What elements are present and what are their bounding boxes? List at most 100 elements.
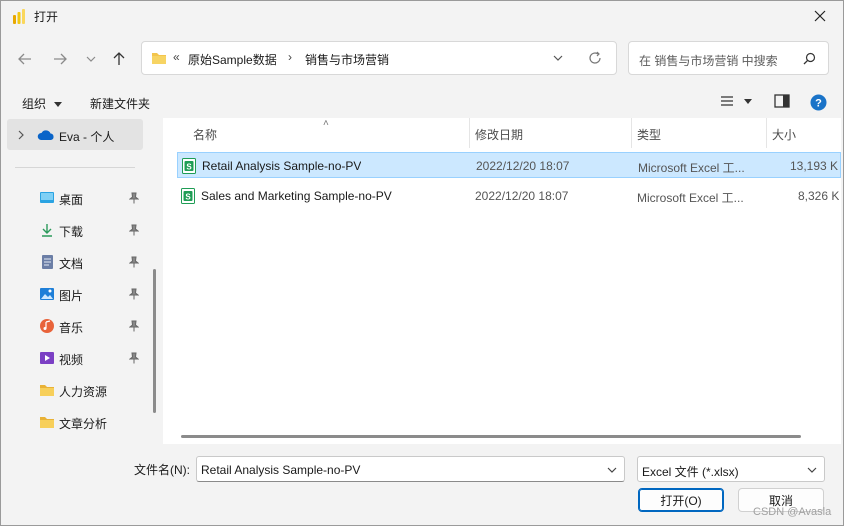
chevron-right-icon bbox=[18, 130, 24, 140]
up-button[interactable] bbox=[108, 48, 130, 70]
preview-pane-icon bbox=[774, 94, 790, 108]
filename-value: Retail Analysis Sample-no-PV bbox=[201, 463, 361, 477]
sidebar-item-documents[interactable]: 文档 bbox=[5, 248, 155, 276]
view-options-button[interactable] bbox=[719, 94, 755, 111]
pin-icon[interactable] bbox=[129, 288, 139, 300]
forward-button[interactable] bbox=[49, 48, 71, 70]
column-divider[interactable] bbox=[469, 118, 470, 148]
chevron-down-icon bbox=[807, 467, 817, 473]
preview-pane-button[interactable] bbox=[774, 94, 790, 111]
address-overflow[interactable]: « bbox=[173, 50, 180, 64]
breadcrumb-separator: › bbox=[288, 50, 292, 64]
sidebar-item-label: 人力资源 bbox=[59, 385, 108, 399]
list-view-icon bbox=[721, 96, 752, 106]
sidebar-item-label: 文档 bbox=[59, 257, 84, 271]
column-divider[interactable] bbox=[631, 118, 632, 148]
column-header-name[interactable]: 名称 bbox=[193, 126, 217, 143]
svg-text:S: S bbox=[185, 193, 191, 202]
file-date: 2022/12/20 18:07 bbox=[475, 189, 569, 203]
sidebar-item-label: 图片 bbox=[59, 289, 84, 303]
recent-locations-button[interactable] bbox=[80, 48, 102, 70]
sidebar-item-label: 下载 bbox=[59, 225, 84, 239]
file-name: Sales and Marketing Sample-no-PV bbox=[201, 189, 392, 203]
sidebar-item-label: 视频 bbox=[59, 353, 84, 367]
sidebar-item-videos[interactable]: 视频 bbox=[5, 344, 155, 372]
chevron-down-icon[interactable] bbox=[552, 52, 564, 64]
column-header-date[interactable]: 修改日期 bbox=[475, 126, 523, 143]
excel-file-icon: S bbox=[181, 188, 195, 204]
folder-icon bbox=[152, 53, 166, 64]
breadcrumb-item[interactable]: 销售与市场营销 bbox=[305, 51, 389, 68]
help-icon: ? bbox=[810, 94, 827, 111]
watermark: CSDN @Avasla bbox=[753, 506, 832, 518]
document-icon bbox=[42, 255, 53, 269]
title-bar: 打开 bbox=[1, 1, 843, 31]
sidebar-item-onedrive[interactable]: Eva - 个人 bbox=[7, 119, 143, 150]
column-divider[interactable] bbox=[766, 118, 767, 148]
sidebar-item-hr[interactable]: 人力资源 bbox=[5, 376, 155, 404]
pictures-icon bbox=[40, 288, 54, 300]
file-size: 8,326 K bbox=[798, 189, 840, 203]
sidebar-item-pictures[interactable]: 图片 bbox=[5, 280, 155, 308]
back-button[interactable] bbox=[14, 48, 36, 70]
sidebar-item-label: 桌面 bbox=[59, 193, 84, 207]
desktop-icon bbox=[40, 192, 54, 203]
pin-icon[interactable] bbox=[129, 224, 139, 236]
excel-file-icon: S bbox=[182, 158, 196, 174]
chevron-down-icon bbox=[86, 56, 96, 62]
table-row[interactable]: S Retail Analysis Sample-no-PV 2022/12/2… bbox=[177, 152, 841, 178]
arrow-left-icon bbox=[18, 53, 31, 65]
folder-icon bbox=[40, 417, 54, 428]
search-icon[interactable] bbox=[803, 52, 816, 65]
search-placeholder: 在 销售与市场营销 中搜索 bbox=[639, 54, 778, 68]
pin-icon[interactable] bbox=[129, 320, 139, 332]
filename-label: 文件名(N): bbox=[134, 463, 190, 477]
table-row[interactable]: S Sales and Marketing Sample-no-PV 2022/… bbox=[177, 183, 841, 209]
sidebar-item-desktop[interactable]: 桌面 bbox=[5, 184, 155, 212]
file-name: Retail Analysis Sample-no-PV bbox=[202, 159, 362, 173]
sidebar-scrollbar[interactable] bbox=[153, 269, 156, 413]
arrow-right-icon bbox=[54, 53, 67, 65]
organize-label: 组织 bbox=[22, 97, 47, 111]
caret-down-icon bbox=[54, 102, 63, 108]
file-list: ˄ 名称 修改日期 类型 大小 S Retail Analysis Sample… bbox=[163, 118, 841, 444]
window-title: 打开 bbox=[34, 10, 59, 24]
pin-icon[interactable] bbox=[129, 256, 139, 268]
horizontal-scrollbar[interactable] bbox=[181, 435, 801, 438]
download-icon bbox=[42, 224, 52, 237]
breadcrumb-item[interactable]: 原始Sample数据 bbox=[188, 51, 277, 68]
sidebar-item-music[interactable]: 音乐 bbox=[5, 312, 155, 340]
sidebar-item-label: Eva - 个人 bbox=[59, 130, 115, 144]
pin-icon[interactable] bbox=[129, 352, 139, 364]
column-header-type[interactable]: 类型 bbox=[637, 126, 661, 143]
column-header-size[interactable]: 大小 bbox=[772, 126, 796, 143]
file-type: Microsoft Excel 工... bbox=[638, 161, 745, 175]
open-file-dialog: 打开 « 原始Sample数据 › 销售与市场营销 在 销售与市场营销 中搜索 … bbox=[0, 0, 844, 526]
open-button[interactable]: 打开(O) bbox=[638, 488, 724, 512]
svg-text:S: S bbox=[186, 163, 192, 172]
chevron-down-icon[interactable] bbox=[606, 464, 618, 476]
filetype-select[interactable]: Excel 文件 (*.xlsx) bbox=[637, 456, 825, 482]
help-button[interactable]: ? bbox=[810, 94, 827, 114]
sidebar-item-downloads[interactable]: 下载 bbox=[5, 216, 155, 244]
video-icon bbox=[40, 352, 54, 364]
close-icon bbox=[814, 10, 826, 22]
filetype-value: Excel 文件 (*.xlsx) bbox=[642, 465, 739, 479]
address-bar[interactable]: « 原始Sample数据 › 销售与市场营销 bbox=[141, 41, 617, 75]
cloud-icon bbox=[37, 130, 54, 140]
sidebar-divider bbox=[15, 167, 135, 168]
sidebar-item-label: 音乐 bbox=[59, 321, 84, 335]
music-icon bbox=[40, 319, 54, 333]
organize-menu[interactable]: 组织 bbox=[22, 95, 63, 112]
arrow-up-icon bbox=[113, 52, 125, 65]
search-input[interactable]: 在 销售与市场营销 中搜索 bbox=[628, 41, 829, 75]
navigation-pane: Eva - 个人 桌面 下载 文档 图片 音乐 视频 人力资源 文章分析 bbox=[5, 118, 163, 444]
close-button[interactable] bbox=[797, 1, 843, 31]
new-folder-button[interactable]: 新建文件夹 bbox=[90, 95, 150, 112]
pin-icon[interactable] bbox=[129, 192, 139, 204]
file-type: Microsoft Excel 工... bbox=[637, 191, 744, 205]
sort-ascending-icon: ˄ bbox=[323, 118, 329, 129]
sidebar-item-article-analysis[interactable]: 文章分析 bbox=[5, 408, 155, 436]
filename-field[interactable]: Retail Analysis Sample-no-PV bbox=[196, 456, 625, 482]
refresh-icon[interactable] bbox=[588, 51, 602, 65]
